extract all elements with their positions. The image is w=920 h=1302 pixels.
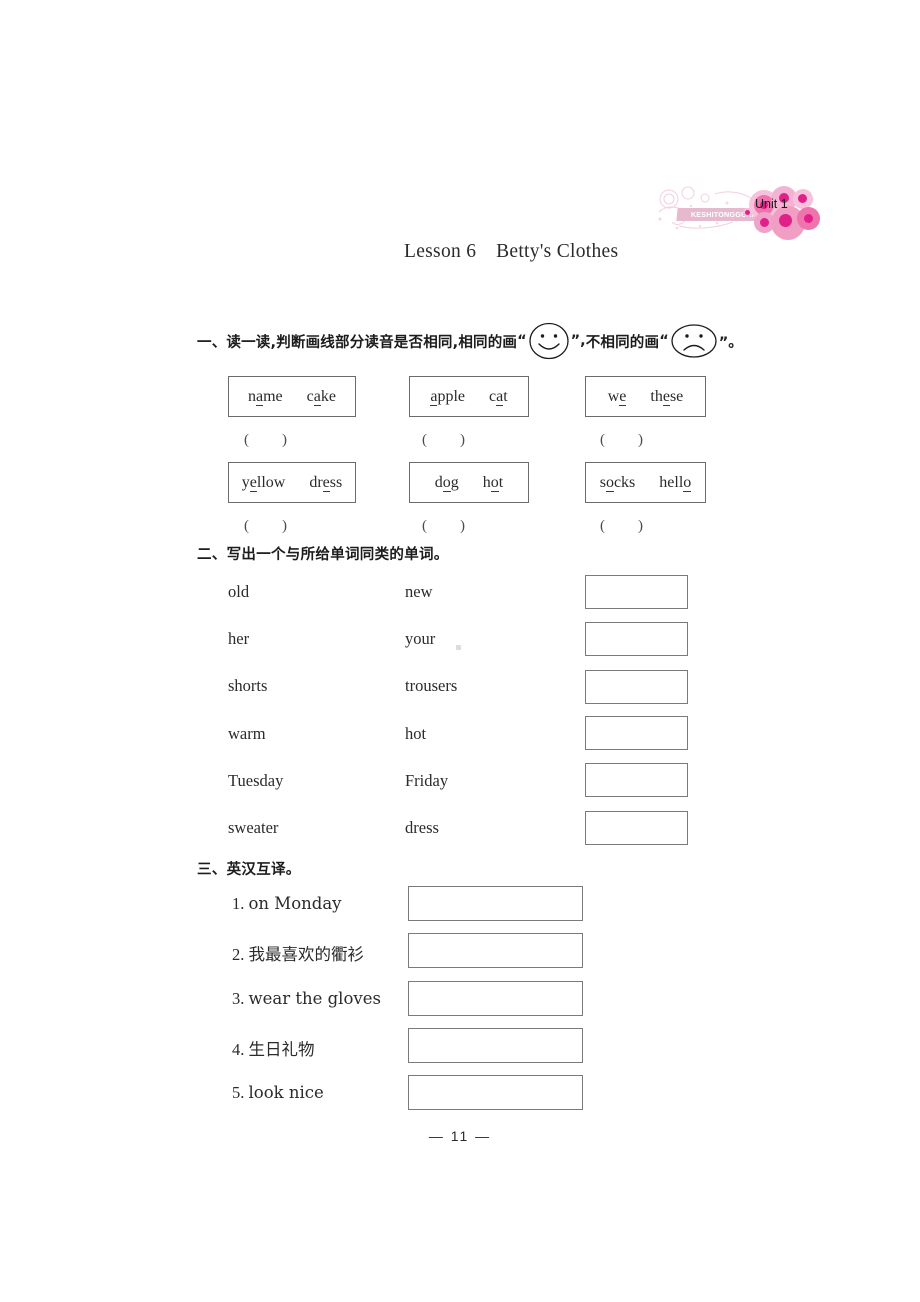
word-pair-box[interactable]: name cake [228,376,356,417]
ex3-prompt: 1. on Monday [232,894,341,914]
word-pair-box[interactable]: dog hot [409,462,529,503]
ex3-number: 1. [232,894,245,913]
ex3-text: 生日礼物 [248,1040,315,1059]
page-smudge [456,645,461,650]
ex2-answer-box[interactable] [585,575,688,609]
answer-paren[interactable]: ( ) [422,514,466,535]
ex2-word-left: Tuesday [228,771,284,790]
ex3-answer-box[interactable] [408,981,583,1016]
answer-paren[interactable]: ( ) [244,514,288,535]
exercise1-heading-text-2: 不相同的画 [585,334,660,351]
ex2-word-left: shorts [228,676,268,695]
quote-open-2: “ [659,333,669,349]
exercise1-heading: 一、读一读,判断画线部分读音是否相同,相同的画 “ ”, 不相同的画 “ ”。 [197,322,743,360]
ex3-prompt: 2. 我最喜欢的衢衫 [232,941,364,965]
answer-paren[interactable]: ( ) [600,428,644,449]
word-2a: apple [430,388,465,406]
word-3a: we [607,388,627,406]
ex2-word-left: old [228,582,250,601]
logo-bubbles [741,186,820,240]
happy-face-icon [528,321,570,361]
word-2b: cat [488,388,508,406]
word-pair-box[interactable]: yellow dress [228,462,356,503]
word-1a: name [248,388,283,406]
word-5b: hot [482,474,504,492]
ex2-word-right: Friday [405,771,449,790]
ex2-answer-box[interactable] [585,622,688,656]
word-1b: cake [306,388,336,406]
word-5a: dog [434,474,459,492]
page-title: Lesson 6 Betty's Clothes [404,241,619,262]
answer-paren[interactable]: ( ) [422,428,466,449]
word-pair-box[interactable]: socks hello [585,462,706,503]
unit-label: Unit 1 [755,197,788,211]
ex3-answer-box[interactable] [408,1028,583,1063]
ex3-text: on Monday [248,894,342,913]
answer-paren[interactable]: ( ) [244,428,288,449]
ex2-word-left: warm [228,724,266,743]
answer-paren[interactable]: ( ) [600,514,644,535]
ex2-word-right: trousers [405,676,458,695]
ex3-answer-box[interactable] [408,1075,583,1110]
ex2-word-right: dress [405,818,439,837]
unit-logo: KESHITONGGUAN Unit 1 [655,186,820,240]
word-4a: yellow [241,474,286,492]
ex3-prompt: 4. 生日礼物 [232,1036,315,1060]
ex3-answer-box[interactable] [408,886,583,921]
word-3b: these [650,388,684,406]
word-6b: hello [659,474,692,492]
ex2-word-right: new [405,582,433,601]
ex2-answer-box[interactable] [585,763,688,797]
quote-open-1: “ [517,333,527,349]
word-pair-box[interactable]: apple cat [409,376,529,417]
ex3-prompt: 5. look nice [232,1083,324,1103]
sad-face-icon [670,323,718,359]
worksheet-page: KESHITONGGUAN Unit 1 Lesson 6 Betty's Cl… [0,0,920,1302]
ex3-prompt: 3. wear the gloves [232,989,381,1009]
ex3-answer-box[interactable] [408,933,583,968]
word-4b: dress [309,474,343,492]
ex3-number: 4. [232,1040,245,1059]
ex3-number: 3. [232,989,245,1008]
exercise2-heading: 二、写出一个与所给单词同类的单词。 [197,547,449,563]
ex2-word-right: your [405,629,436,648]
ex3-text: wear the gloves [248,989,381,1008]
ex3-text: look nice [248,1083,324,1102]
ex2-word-left: her [228,629,250,648]
word-pair-box[interactable]: we these [585,376,706,417]
page-number: — 11 — [428,1128,492,1144]
ex2-word-right: hot [405,724,427,743]
ex2-word-left: sweater [228,818,279,837]
ex2-answer-box[interactable] [585,811,688,845]
ex3-text: 我最喜欢的衢衫 [248,945,365,964]
exercise1-heading-text-1: 一、读一读,判断画线部分读音是否相同,相同的画 [197,334,518,351]
ex2-answer-box[interactable] [585,716,688,750]
word-6a: socks [599,474,636,492]
exercise3-heading: 三、英汉互译。 [197,862,301,878]
ex3-number: 2. [232,945,245,964]
quote-close-2: ”。 [718,334,743,351]
quote-close-1: ”, [570,333,586,349]
ex2-answer-box[interactable] [585,670,688,704]
ex3-number: 5. [232,1083,245,1102]
